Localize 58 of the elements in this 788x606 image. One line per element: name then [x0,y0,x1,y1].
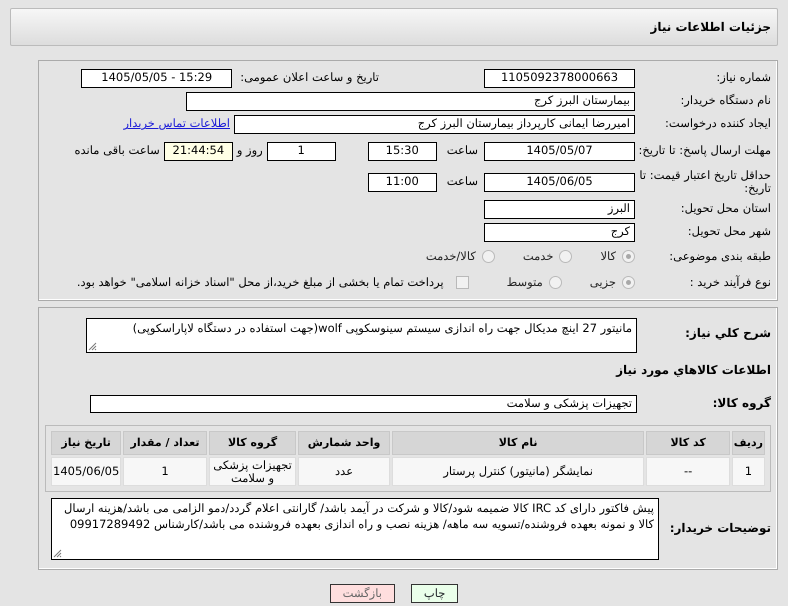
field-label: استان محل تحویل: [680,202,771,216]
column-header: واحد شمارش [298,431,390,455]
table-cell: نمایشگر (مانیتور) کنترل پرستار [392,457,644,486]
field-label: روز و [236,142,263,160]
table-cell: عدد [298,457,390,486]
text-area[interactable]: مانیتور 27 اینچ مدیکال جهت راه اندازی سیستم سینوسکوپی wolf(جهت استفاده در دستگاه لاپاراسکوپی) [86,318,637,353]
field-label: مهلت ارسال پاسخ: تا تاریخ: [637,144,771,158]
input-field[interactable]: 1405/06/05 [484,172,635,192]
contact-link[interactable]: اطلاعات تماس خریدار [123,115,230,133]
input-field[interactable]: 1405/05/07 [484,142,635,160]
section-title: اطلاعات کالاهاي مورد نياز [614,362,771,379]
table-cell: 1405/06/05 [51,457,122,486]
field-label: توضیحات خریدار: [668,522,771,536]
field-label: شماره نیاز: [715,71,771,85]
column-header: تعداد / مقدار [123,431,207,455]
column-header: تاریخ نیاز [51,431,122,455]
input-field[interactable]: 1 [266,142,336,160]
column-header: ردیف [732,431,765,455]
field-label: گروه کالا: [712,397,771,411]
column-header: گروه کالا [208,431,296,455]
input-field[interactable]: 11:00 [368,172,437,192]
input-field[interactable]: تجهیزات پزشکی و سلامت [90,395,637,413]
table-cell: -- [646,457,730,486]
text-area-value: پیش فاکتور دارای کد IRC کالا ضمیمه شود/کالا و شرکت در آیمد باشد/ گارانتی اعلام گردد/دمو الزامی می باشد/هزینه ارسال کالا و نمونه بعهده فروشنده/تسویه سه ماهه/ هزینه نصب و راه اندازی بعهده فروشنده می باشد/کارشناس 09917289492 [64,501,654,531]
field-label: ایجاد کننده درخواست: [664,117,771,131]
input-field[interactable]: 21:44:54 [164,142,233,160]
field-label: ساعت [446,173,478,190]
table-cell: تجهیزات پزشکی و سلامت [208,457,296,486]
field-label: ساعت [446,142,478,160]
column-header: نام کالا [392,431,644,455]
field-label: ساعت باقی مانده [74,142,160,160]
input-field[interactable]: بیمارستان البرز کرج [186,92,635,110]
checkbox-label: پرداخت تمام یا بخشی از مبلغ خرید،از محل "اسناد خزانه اسلامی" خواهد بود. [76,274,444,291]
column-header: کد کالا [646,431,730,455]
text-area-value: مانیتور 27 اینچ مدیکال جهت راه اندازی سیستم سینوسکوپی wolf(جهت استفاده در دستگاه لاپاراسکوپی) [132,321,632,335]
radio-label: متوسط [506,274,543,291]
input-field[interactable]: 1405/05/05 - 15:29 [81,68,232,88]
field-label: تاریخ و ساعت اعلان عمومی: [240,69,379,86]
input-field[interactable]: البرز [484,200,635,218]
radio-label: خدمت [522,248,554,265]
page-title: جزئیات اطلاعات نیاز [650,19,771,36]
field-label: حداقل تاریخ اعتبار قیمت: تا تاریخ: [638,168,771,196]
input-field[interactable]: 15:30 [368,142,437,160]
field-label: نوع فرآیند خرید : [688,276,771,290]
table-cell: 1 [732,457,765,486]
action-button[interactable]: بازگشت [330,584,395,604]
radio-label: کالا [600,248,616,265]
radio-label: کالا/خدمت [426,248,476,265]
input-field[interactable]: 1105092378000663 [484,68,635,88]
input-field[interactable]: امیررضا ایمانی کارپرداز بیمارستان البرز کرج [234,114,635,134]
field-label: شهر محل تحویل: [686,225,771,239]
field-label: طبقه بندی موضوعی: [668,250,771,264]
action-button[interactable]: چاپ [410,584,458,604]
table-cell: 1 [123,457,207,486]
field-label: شرح کلي نياز: [684,325,771,341]
input-field[interactable]: کرج [484,222,635,242]
radio-label: جزیی [590,274,616,291]
field-label: نام دستگاه خریدار: [679,94,771,108]
